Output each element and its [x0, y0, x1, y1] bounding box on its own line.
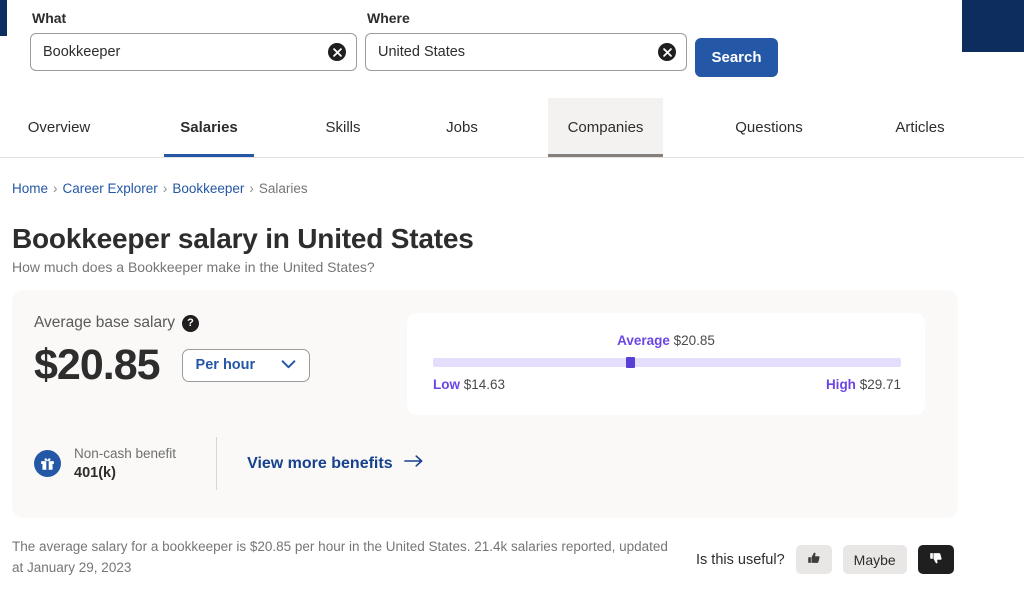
breadcrumb-separator: ›	[249, 181, 254, 196]
where-input-wrap[interactable]	[365, 33, 687, 71]
where-label: Where	[367, 10, 410, 26]
maybe-button[interactable]: Maybe	[842, 545, 907, 574]
search-bar: What Where Search	[0, 0, 1024, 95]
salary-range-high: High $29.71	[826, 377, 901, 392]
salary-range-low: Low $14.63	[433, 377, 505, 392]
average-salary-amount-row: $20.85 Per hour	[34, 340, 311, 390]
thumbs-down-icon	[929, 551, 943, 568]
salary-range-panel: Average $20.85 Low $14.63 High $29.71	[407, 313, 925, 415]
clear-where-icon[interactable]	[658, 43, 676, 61]
salary-summary-card: Average base salary ? $20.85 Per hour Av…	[12, 290, 958, 518]
breadcrumb-separator: ›	[162, 181, 168, 196]
salary-period-select[interactable]: Per hour	[181, 348, 311, 382]
salary-range-low-value: $14.63	[463, 377, 506, 392]
salary-range-track	[433, 357, 901, 368]
salary-range-marker	[626, 357, 636, 368]
tab-articles[interactable]: Articles	[875, 98, 965, 157]
benefit-kind-label: Non-cash benefit	[74, 446, 177, 461]
salary-range-average-prefix: Average	[617, 333, 670, 348]
benefit-text-block: Non-cash benefit 401(k)	[74, 444, 176, 483]
benefit-divider	[216, 437, 218, 490]
salary-footnote: The average salary for a bookkeeper is $…	[12, 536, 672, 578]
page-root: What Where Search	[0, 0, 1024, 612]
average-salary-amount: $20.85	[34, 341, 161, 389]
breadcrumb-current: Salaries	[258, 181, 308, 196]
question-mark-icon[interactable]: ?	[182, 314, 200, 332]
salary-period-value: Per hour	[195, 357, 256, 373]
breadcrumb: Home › Career Explorer › Bookkeeper › Salaries	[12, 181, 308, 197]
usefulness-question: Is this useful?	[696, 551, 785, 568]
what-label: What	[32, 10, 67, 26]
page-subtitle: How much does a Bookkeeper make in the U…	[12, 259, 375, 275]
tab-salaries[interactable]: Salaries	[164, 98, 254, 157]
arrow-right-icon	[403, 454, 424, 473]
page-title: Bookkeeper salary in United States	[12, 223, 474, 254]
view-more-benefits-label: View more benefits	[247, 454, 393, 472]
where-field-group: Where	[365, 10, 687, 71]
tab-jobs[interactable]: Jobs	[426, 98, 498, 157]
clear-what-icon[interactable]	[328, 43, 346, 61]
gift-icon	[34, 450, 61, 477]
search-submit-button[interactable]: Search	[695, 38, 778, 77]
chevron-down-icon	[281, 356, 296, 374]
salary-range-high-value: $29.71	[859, 377, 901, 392]
breadcrumb-item-career-explorer[interactable]: Career Explorer	[63, 181, 158, 196]
usefulness-feedback: Is this useful? Maybe	[696, 545, 954, 574]
section-tabs: Overview Salaries Skills Jobs Companies …	[0, 98, 1024, 158]
salary-range-average-value: $20.85	[673, 333, 715, 348]
tab-overview[interactable]: Overview	[12, 98, 106, 157]
tab-questions[interactable]: Questions	[715, 98, 823, 157]
tab-companies[interactable]: Companies	[548, 98, 663, 157]
search-what-input[interactable]	[31, 34, 356, 70]
tab-skills[interactable]: Skills	[306, 98, 380, 157]
breadcrumb-item-bookkeeper[interactable]: Bookkeeper	[172, 181, 244, 196]
what-input-wrap[interactable]	[30, 33, 357, 71]
thumbs-up-icon	[807, 551, 821, 568]
breadcrumb-separator: ›	[53, 181, 58, 196]
salary-footnote-line-1: The average salary for a bookkeeper is $…	[12, 539, 616, 554]
average-salary-label-row: Average base salary ?	[34, 314, 200, 332]
salary-range-average: Average $20.85	[407, 333, 925, 348]
what-field-group: What	[30, 10, 357, 71]
salary-range-high-prefix: High	[825, 377, 856, 392]
benefit-value: 401(k)	[74, 465, 116, 481]
non-cash-benefit-row: Non-cash benefit 401(k) View more benefi…	[34, 436, 424, 491]
view-more-benefits-link[interactable]: View more benefits	[247, 454, 424, 473]
average-salary-label: Average base salary	[34, 314, 176, 331]
breadcrumb-item-home[interactable]: Home	[12, 181, 48, 196]
search-where-input[interactable]	[366, 34, 686, 70]
salary-range-low-prefix: Low	[433, 377, 460, 392]
thumbs-down-button[interactable]	[917, 545, 954, 574]
thumbs-up-button[interactable]	[795, 545, 832, 574]
